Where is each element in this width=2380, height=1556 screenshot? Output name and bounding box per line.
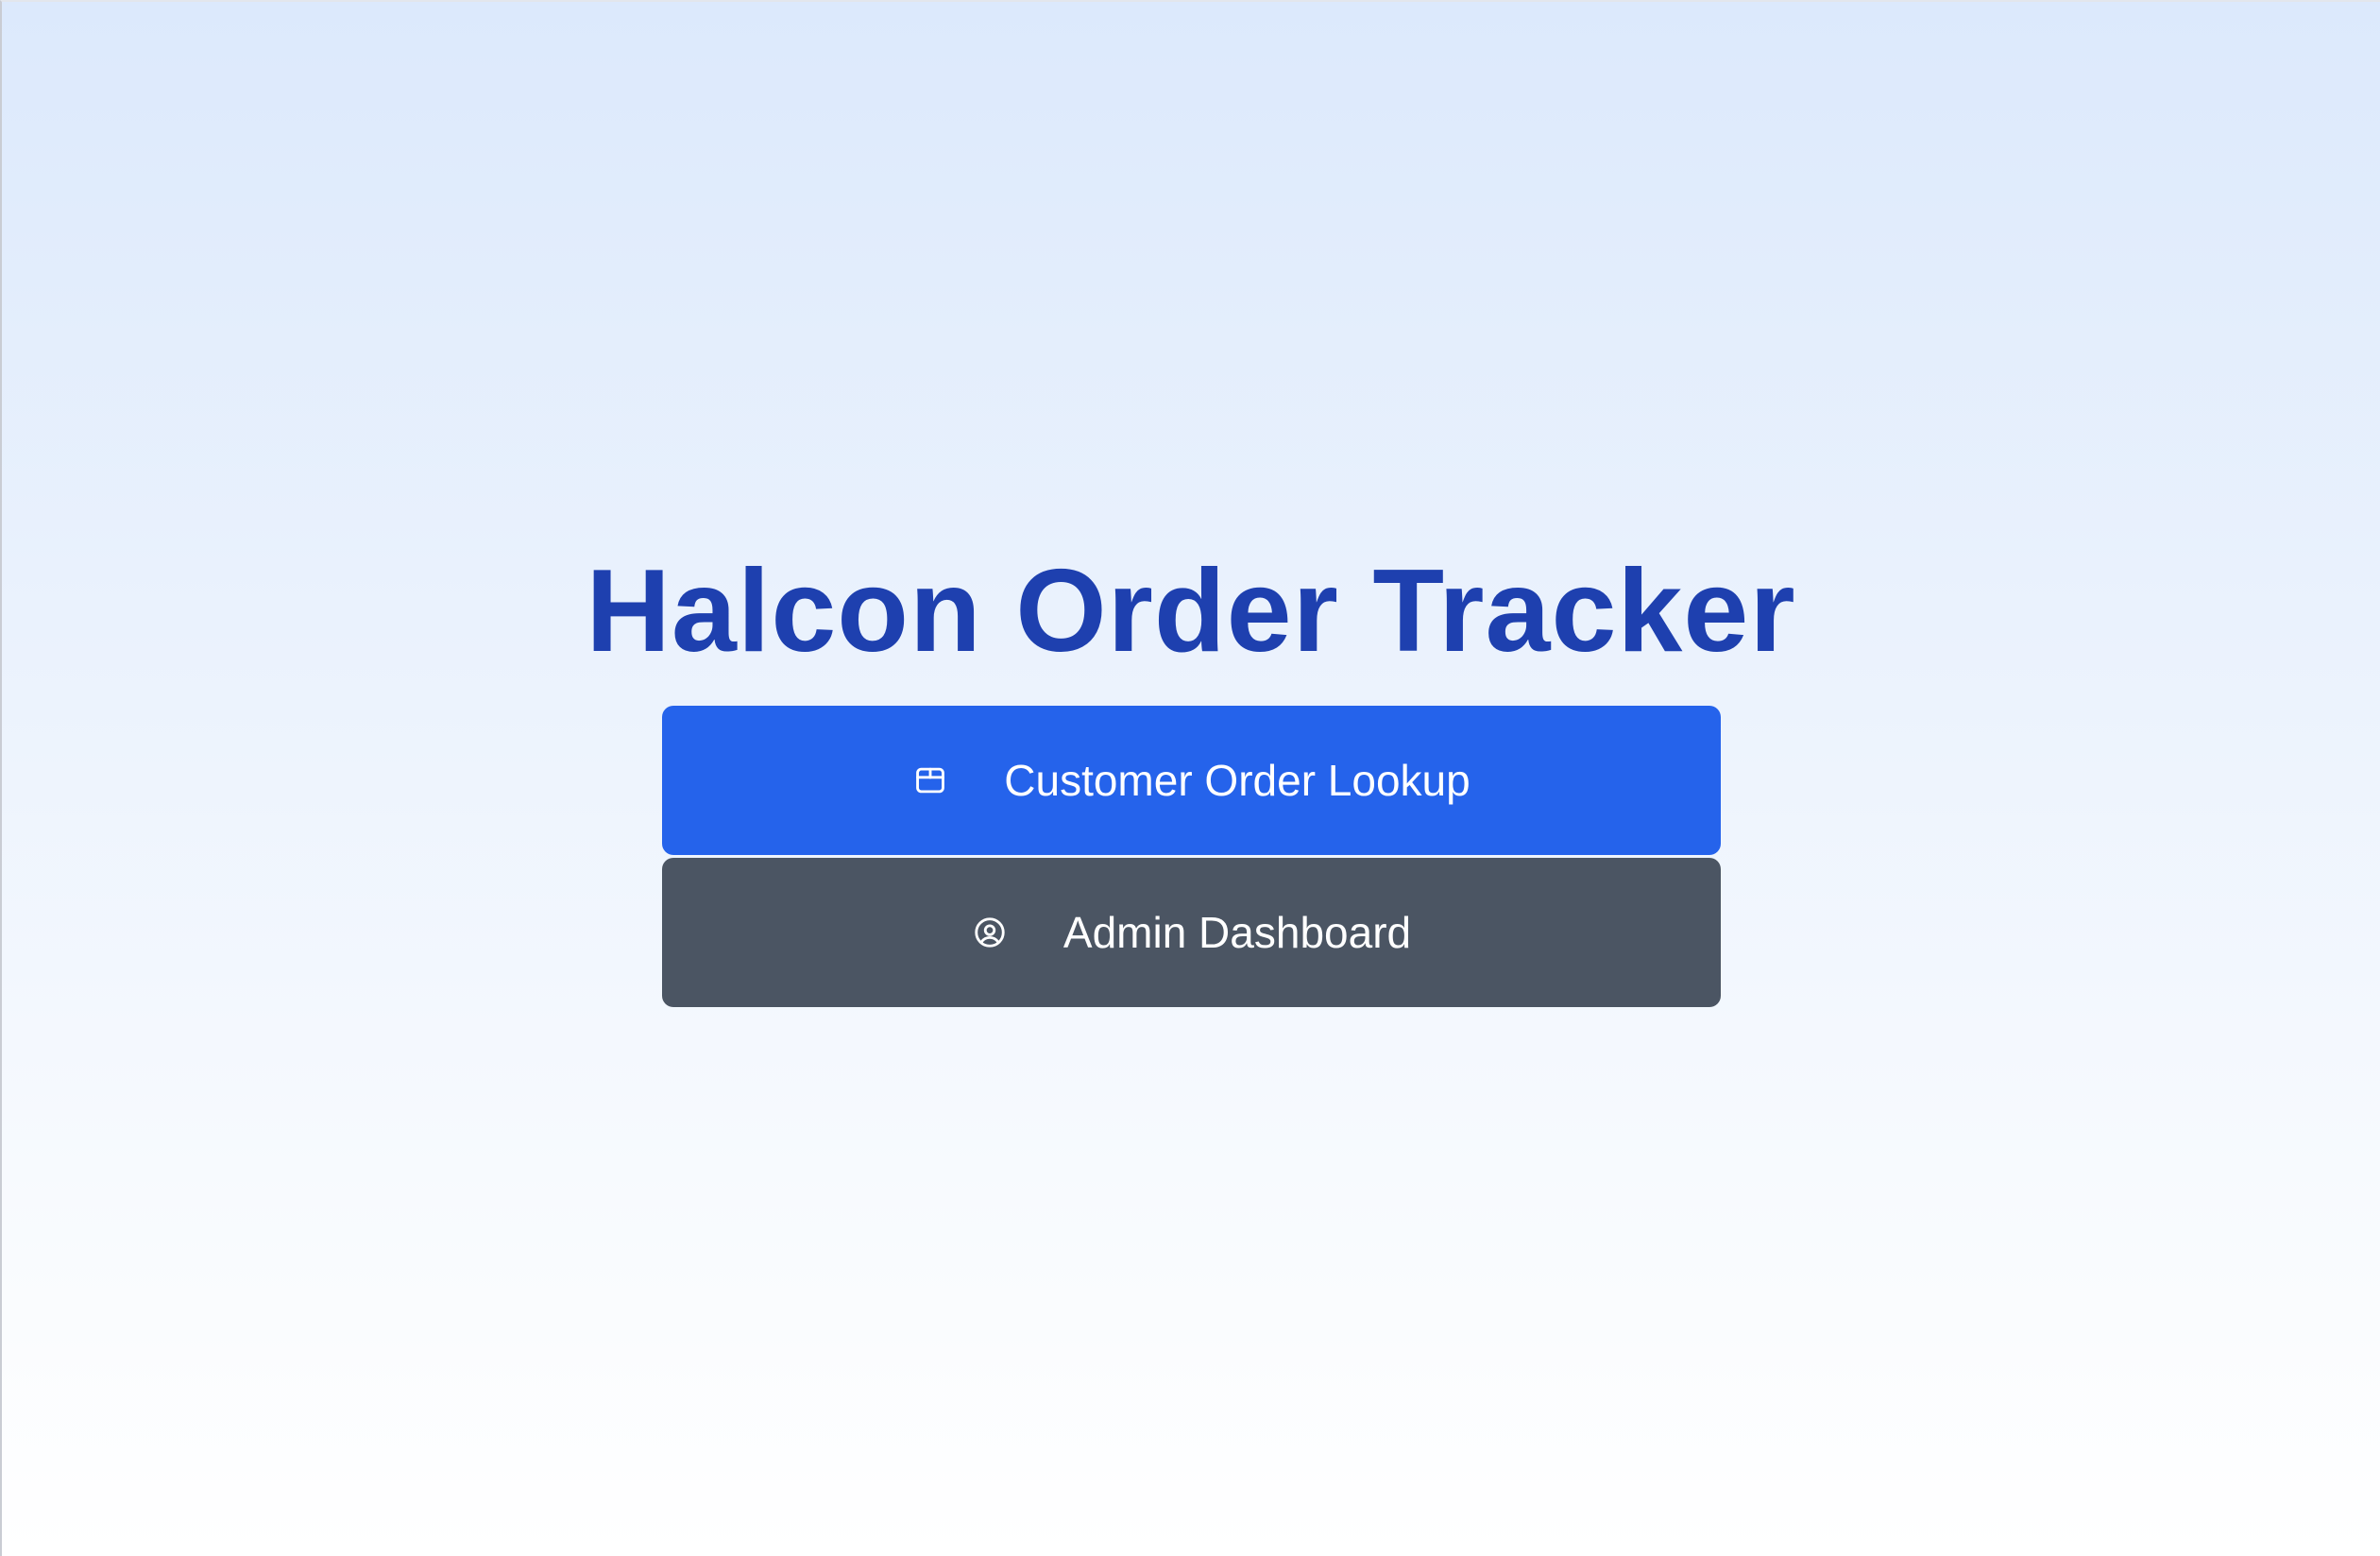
admin-dashboard-label: Admin Dashboard	[1062, 908, 1412, 957]
home-content: Halcon Order Tracker Customer Order Look…	[2, 545, 2380, 1007]
page-title: Halcon Order Tracker	[586, 546, 1796, 676]
navigation-buttons: Customer Order Lookup Admin Dashboard	[661, 706, 1721, 1007]
customer-order-lookup-button[interactable]: Customer Order Lookup	[661, 706, 1721, 855]
package-icon	[911, 761, 949, 799]
customer-order-lookup-label: Customer Order Lookup	[1004, 756, 1470, 805]
user-circle-icon	[971, 914, 1009, 951]
home-page: Halcon Order Tracker Customer Order Look…	[0, 0, 2380, 1556]
admin-dashboard-button[interactable]: Admin Dashboard	[661, 858, 1721, 1007]
